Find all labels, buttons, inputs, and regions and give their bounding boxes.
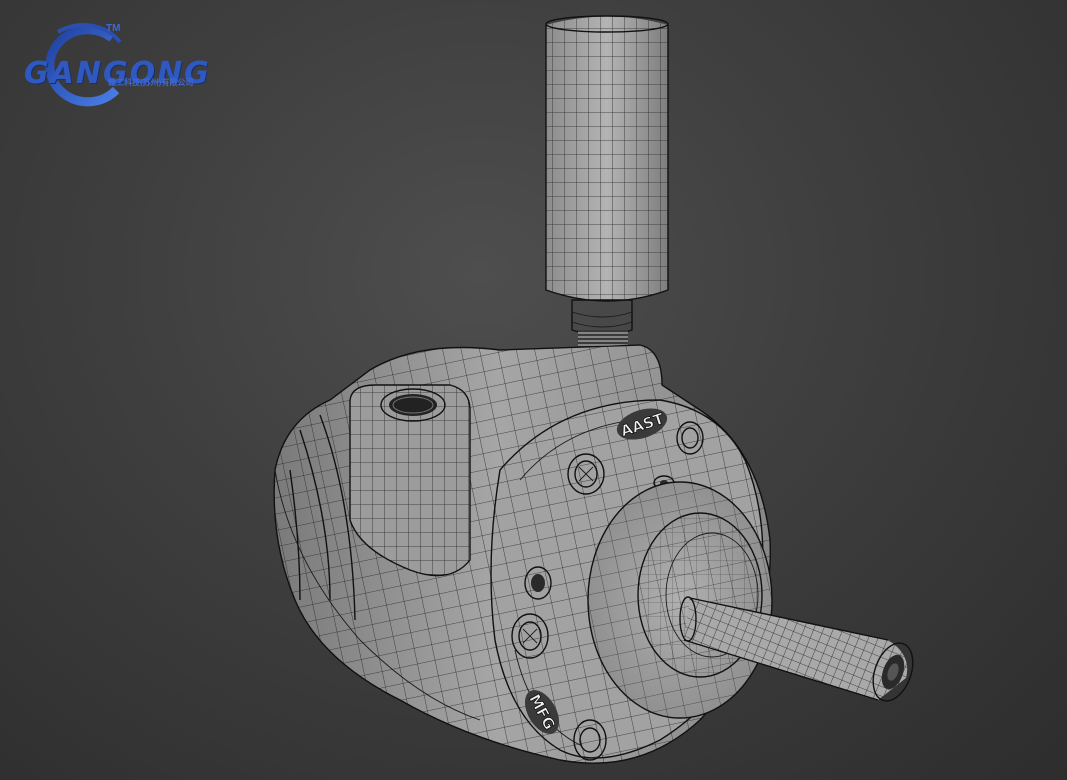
3d-viewport[interactable]: TM GANGONG 赣工科技(苏州)有限公司 AAST MFG [0,0,1067,780]
shaft-seal-cover [587,481,773,719]
sensor-cylinder [545,15,669,352]
pump-wireframe-model[interactable]: AAST MFG [0,0,1067,780]
